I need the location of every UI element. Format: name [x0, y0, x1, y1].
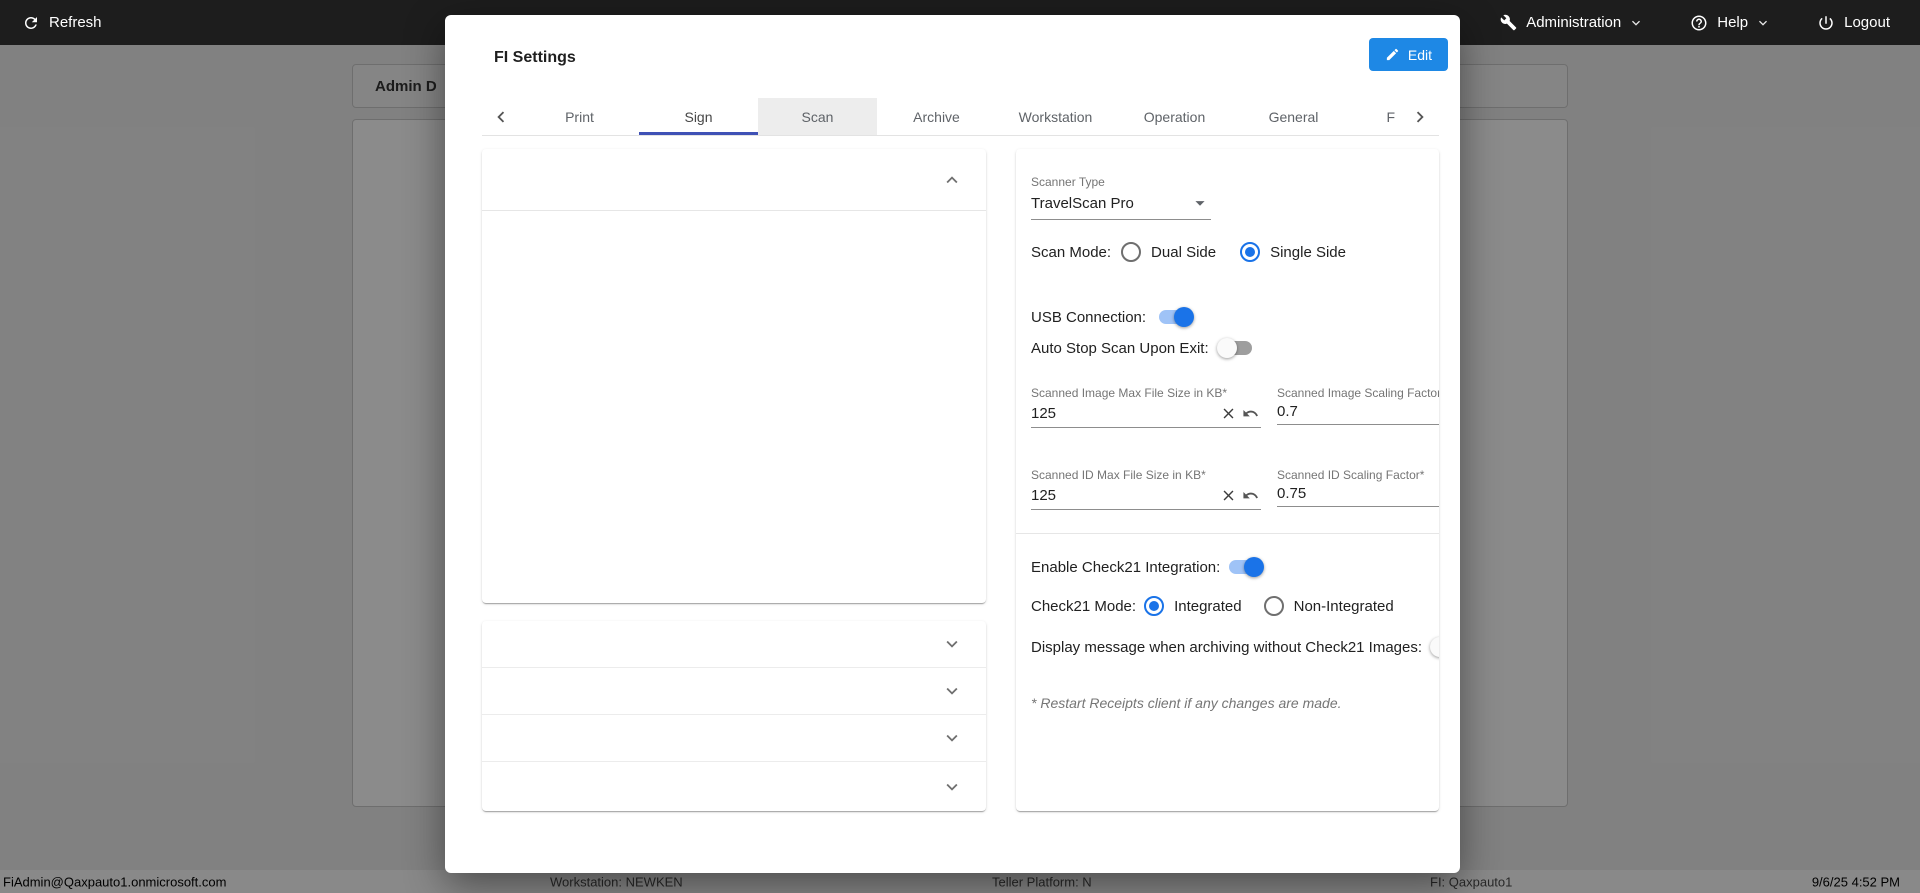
chevron-down-icon: [1755, 15, 1771, 31]
scan-mode-row: Scan Mode: Dual Side Single Side: [1031, 235, 1346, 269]
refresh-button[interactable]: Refresh: [22, 14, 102, 32]
pencil-icon: [1385, 47, 1400, 62]
radio-selected-icon: [1240, 242, 1261, 262]
left-expansion-panel: [482, 149, 986, 603]
auto-stop-row: Auto Stop Scan Upon Exit:: [1031, 331, 1253, 365]
tab-scan[interactable]: Scan: [758, 98, 877, 135]
radio-dual-side[interactable]: Dual Side: [1121, 242, 1216, 262]
chevron-up-icon[interactable]: [940, 168, 964, 192]
field-value: 0.7: [1277, 403, 1298, 420]
tab-sign[interactable]: Sign: [639, 98, 758, 135]
auto-stop-label: Auto Stop Scan Upon Exit:: [1031, 339, 1209, 357]
logout-button[interactable]: Logout: [1817, 14, 1890, 32]
usb-connection-toggle[interactable]: [1158, 307, 1195, 327]
tabs-scroll-right-icon[interactable]: [1401, 98, 1439, 135]
check21-mode-label: Check21 Mode:: [1031, 597, 1137, 615]
refresh-label: Refresh: [49, 14, 102, 31]
settings-tabbar: Print Sign Scan Archive Workstation Oper…: [482, 98, 1439, 136]
field-label: Scanned ID Scaling Factor*: [1277, 468, 1425, 482]
edit-button-label: Edit: [1407, 46, 1432, 63]
toggle-thumb: [1244, 557, 1265, 577]
radio-non-integrated[interactable]: Non-Integrated: [1263, 596, 1394, 616]
collapsed-panels-card: [482, 621, 986, 811]
refresh-icon: [22, 14, 40, 32]
toggle-thumb: [1216, 338, 1237, 358]
chevron-down-icon[interactable]: [940, 775, 964, 799]
toggle-thumb: [1174, 307, 1195, 327]
check21-mode-row: Check21 Mode: Integrated Non-Integrated: [1031, 589, 1394, 623]
scan-mode-label: Scan Mode:: [1031, 243, 1112, 261]
display-message-row: Display message when archiving without C…: [1031, 630, 1439, 664]
tabs-scroll-left-icon[interactable]: [482, 98, 520, 135]
administration-menu[interactable]: Administration: [1500, 14, 1644, 31]
dual-side-label: Dual Side: [1151, 243, 1217, 261]
expansion-panel-header[interactable]: [482, 149, 986, 211]
clear-icon[interactable]: [1217, 403, 1239, 423]
chevron-down-icon[interactable]: [940, 632, 964, 656]
fi-settings-dialog: FI Settings Edit Print Sign Scan Archive…: [445, 15, 1460, 873]
collapsed-panel-4[interactable]: [482, 762, 986, 811]
collapsed-panel-3[interactable]: [482, 715, 986, 762]
check21-row: Enable Check21 Integration:: [1031, 550, 1265, 584]
single-side-label: Single Side: [1270, 243, 1346, 261]
radio-icon: [1121, 242, 1142, 262]
radio-single-side[interactable]: Single Side: [1240, 242, 1346, 262]
help-label: Help: [1717, 14, 1749, 31]
check21-toggle[interactable]: [1228, 557, 1265, 577]
field-value: 125: [1031, 404, 1057, 422]
tab-workstation[interactable]: Workstation: [996, 98, 1115, 135]
scanner-type-select[interactable]: Scanner Type TravelScan Pro: [1031, 175, 1211, 220]
display-message-toggle[interactable]: [1430, 637, 1439, 657]
logout-label: Logout: [1844, 14, 1890, 31]
integrated-label: Integrated: [1174, 597, 1242, 615]
dropdown-arrow-icon: [1189, 192, 1211, 214]
edit-button[interactable]: Edit: [1368, 38, 1448, 71]
scanner-type-label: Scanner Type: [1031, 175, 1105, 189]
radio-selected-icon: [1144, 596, 1165, 616]
collapsed-panel-1[interactable]: [482, 621, 986, 668]
auto-stop-toggle[interactable]: [1216, 338, 1253, 358]
non-integrated-label: Non-Integrated: [1293, 597, 1394, 615]
tab-archive[interactable]: Archive: [877, 98, 996, 135]
undo-icon[interactable]: [1239, 403, 1261, 423]
tab-operation[interactable]: Operation: [1115, 98, 1234, 135]
wrench-icon: [1500, 14, 1517, 31]
active-tab-indicator: [639, 132, 758, 135]
usb-connection-row: USB Connection:: [1031, 300, 1195, 334]
scanned-id-max-size-field[interactable]: Scanned ID Max File Size in KB* 125: [1031, 468, 1261, 510]
power-icon: [1817, 14, 1835, 32]
administration-label: Administration: [1526, 14, 1622, 31]
collapsed-panel-2[interactable]: [482, 668, 986, 715]
field-label: Scanned ID Max File Size in KB*: [1031, 468, 1206, 482]
usb-connection-label: USB Connection:: [1031, 308, 1147, 326]
toggle-thumb: [1430, 637, 1439, 657]
section-divider: [1016, 533, 1439, 534]
display-message-label: Display message when archiving without C…: [1031, 638, 1423, 656]
scan-settings-panel: Scanner Type TravelScan Pro Scan Mode: D…: [1016, 149, 1439, 811]
check21-label: Enable Check21 Integration:: [1031, 558, 1221, 576]
tab-print[interactable]: Print: [520, 98, 639, 135]
help-icon: [1690, 14, 1708, 32]
radio-icon: [1263, 596, 1284, 616]
field-label: Scanned Image Scaling Factor*: [1277, 386, 1439, 400]
clear-icon[interactable]: [1217, 485, 1239, 505]
tab-general[interactable]: General: [1234, 98, 1353, 135]
scanned-image-max-size-field[interactable]: Scanned Image Max File Size in KB* 125: [1031, 386, 1261, 428]
scanned-id-scaling-field[interactable]: Scanned ID Scaling Factor* 0.75: [1277, 468, 1439, 507]
chevron-down-icon[interactable]: [940, 726, 964, 750]
tabs-strip: Print Sign Scan Archive Workstation Oper…: [520, 98, 1401, 135]
field-value: 0.75: [1277, 485, 1307, 502]
scanner-type-value: TravelScan Pro: [1031, 194, 1134, 212]
field-label: Scanned Image Max File Size in KB*: [1031, 386, 1228, 400]
tab-partial[interactable]: F: [1353, 98, 1401, 135]
chevron-down-icon: [1628, 15, 1644, 31]
restart-note: * Restart Receipts client if any changes…: [1031, 695, 1342, 711]
chevron-down-icon[interactable]: [940, 679, 964, 703]
radio-integrated[interactable]: Integrated: [1144, 596, 1242, 616]
undo-icon[interactable]: [1239, 485, 1261, 505]
dialog-title: FI Settings: [494, 49, 576, 66]
help-menu[interactable]: Help: [1690, 14, 1771, 32]
scanned-image-scaling-field[interactable]: Scanned Image Scaling Factor* 0.7: [1277, 386, 1439, 425]
field-value: 125: [1031, 486, 1057, 504]
